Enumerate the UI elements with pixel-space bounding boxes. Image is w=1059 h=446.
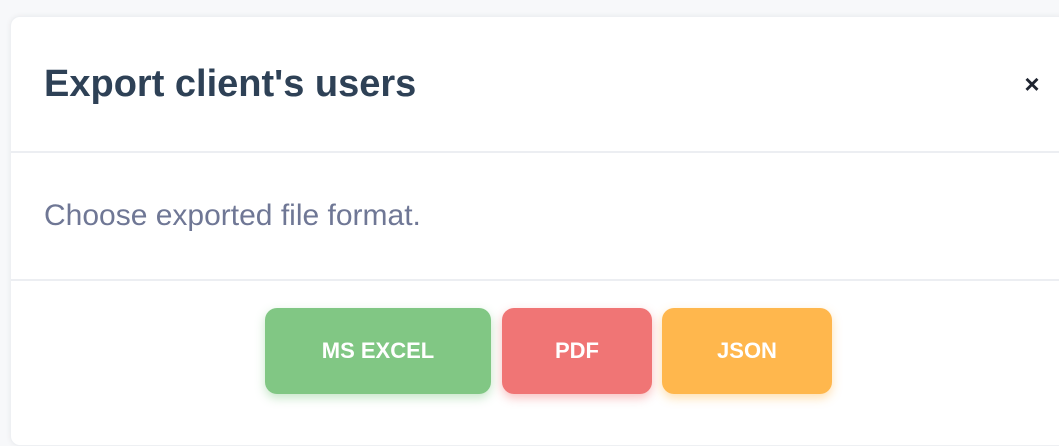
modal-title: Export client's users [44,63,417,105]
export-excel-button[interactable]: MS EXCEL [265,308,491,394]
export-modal: Export client's users × Choose exported … [10,16,1059,446]
modal-body-text: Choose exported file format. [44,199,421,232]
close-icon[interactable]: × [1021,71,1043,97]
modal-header: Export client's users × [11,17,1059,153]
modal-body: Choose exported file format. [11,153,1059,281]
export-pdf-button[interactable]: PDF [502,308,652,394]
export-json-button[interactable]: JSON [662,308,832,394]
modal-footer: MS EXCEL PDF JSON [11,281,1059,441]
